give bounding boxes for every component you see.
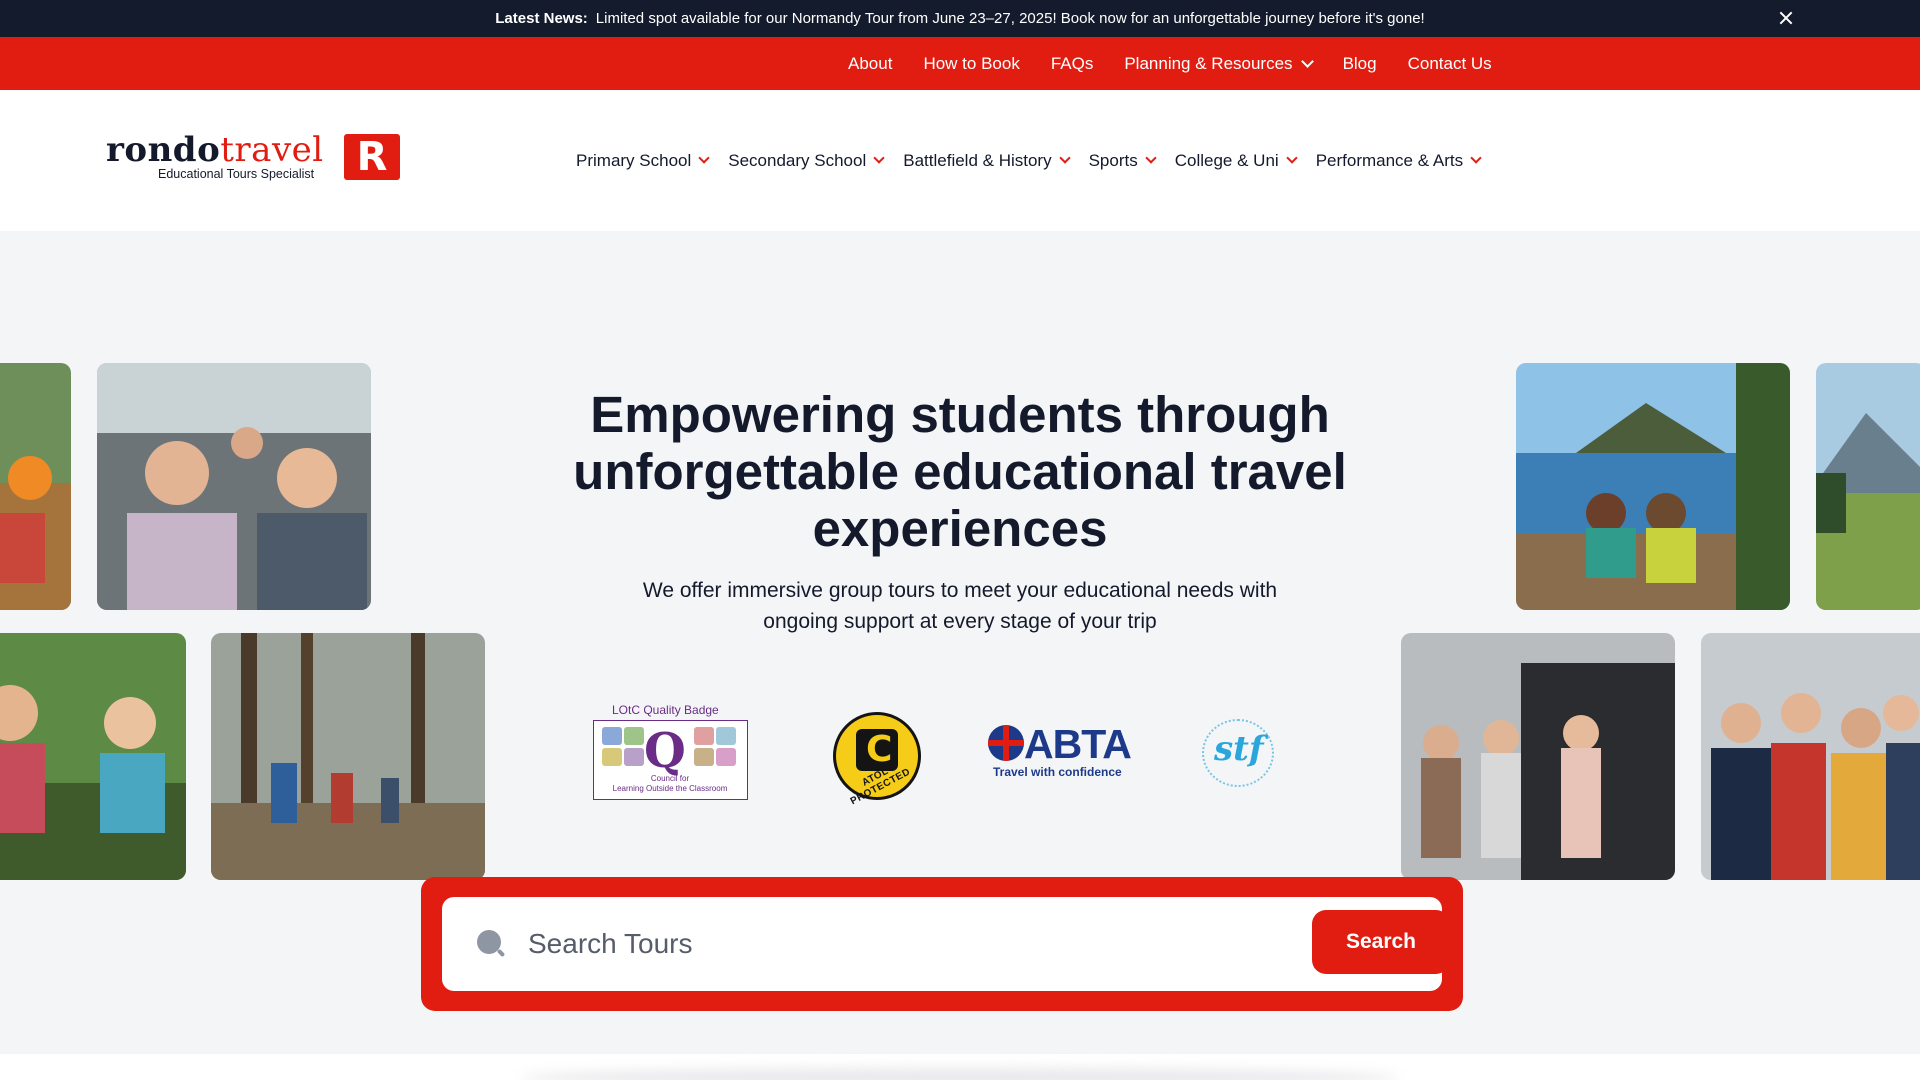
hero-photo-forest-hike	[211, 633, 485, 880]
search-input[interactable]	[528, 919, 1308, 969]
atol-protected-badge: ATOL PROTECTED	[833, 712, 921, 807]
close-icon[interactable]	[1774, 6, 1798, 30]
search-bar: Search	[421, 877, 1463, 1011]
news-bar: Latest News: Limited spot available for …	[0, 0, 1920, 37]
lotc-badge-title: LOtC Quality Badge	[612, 703, 719, 717]
hero-photo-lake-view	[1516, 363, 1790, 610]
topnav-item-about[interactable]: About	[848, 54, 892, 74]
hero-photo-student-group	[1701, 633, 1920, 880]
main-nav: Primary School Secondary School Battlefi…	[576, 90, 1482, 231]
hero-subline: We offer immersive group tours to meet y…	[642, 579, 1278, 633]
mainnav-item-performance-arts[interactable]: Performance & Arts	[1316, 151, 1482, 171]
search-icon	[477, 930, 505, 957]
abta-tagline: Travel with confidence	[993, 765, 1122, 779]
chevron-down-icon	[1470, 152, 1482, 164]
topnav-item-how-to-book[interactable]: How to Book	[923, 54, 1019, 74]
logo-mark-icon: R	[344, 134, 400, 180]
hero-photo-gardening	[0, 633, 186, 880]
site-header: rondotravel Educational Tours Specialist…	[0, 90, 1920, 231]
site-logo[interactable]: rondotravel Educational Tours Specialist…	[106, 130, 401, 184]
news-label: Latest News:	[495, 10, 588, 27]
chevron-down-icon	[1058, 152, 1071, 164]
hero-photo-mountain-meadow	[1816, 363, 1920, 610]
abta-logo: ABTA	[1024, 721, 1132, 767]
chevron-down-icon	[1286, 152, 1298, 164]
mainnav-item-sports[interactable]: Sports	[1089, 151, 1157, 171]
chevron-down-icon	[873, 152, 885, 164]
topnav-item-contact-us[interactable]: Contact Us	[1408, 54, 1492, 74]
chevron-down-icon	[1145, 152, 1157, 164]
topnav-item-planning-resources[interactable]: Planning & Resources	[1124, 54, 1314, 74]
hero-photo-school-bus	[97, 363, 371, 610]
mainnav-item-battlefield-history[interactable]: Battlefield & History	[903, 151, 1071, 171]
hero-photo-climbing	[0, 363, 71, 610]
top-nav: About How to Book FAQs Planning & Resour…	[0, 37, 1920, 90]
mainnav-item-college-uni[interactable]: College & Uni	[1175, 151, 1298, 171]
logo-wordmark: rondotravel	[106, 130, 324, 170]
mainnav-item-secondary-school[interactable]: Secondary School	[728, 151, 885, 171]
chevron-down-icon	[1300, 54, 1314, 68]
hero-headline: Empowering students through unforgettabl…	[573, 386, 1347, 557]
topnav-item-faqs[interactable]: FAQs	[1051, 54, 1094, 74]
hero-photo-coach-group	[1401, 633, 1675, 880]
news-text: Limited spot available for our Normandy …	[595, 10, 1425, 27]
chevron-down-icon	[698, 152, 710, 164]
stf-badge: stf	[1200, 717, 1278, 789]
abta-globe-icon	[988, 725, 1024, 761]
search-button[interactable]: Search	[1312, 910, 1450, 974]
lotc-badge: Q Council for Learning Outside the Classr…	[593, 720, 748, 800]
topnav-item-blog[interactable]: Blog	[1343, 54, 1377, 74]
search-box: Search	[442, 897, 1450, 991]
logo-tagline: Educational Tours Specialist	[158, 167, 315, 181]
mainnav-item-primary-school[interactable]: Primary School	[576, 151, 710, 171]
